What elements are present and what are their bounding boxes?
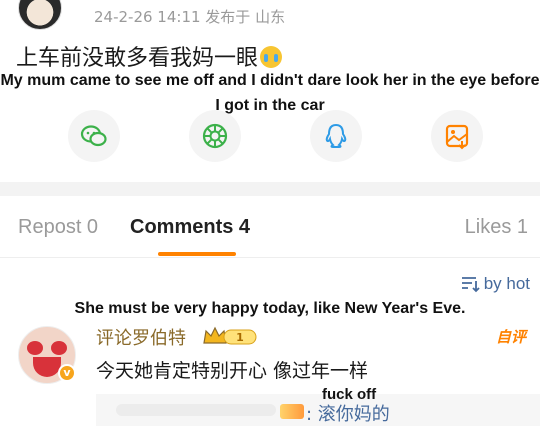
- post-meta: 24-2-26 14:11 发布于 山东: [94, 8, 286, 26]
- share-row: [0, 110, 540, 166]
- share-moments-button[interactable]: [189, 110, 241, 162]
- sort-by-hot-button[interactable]: by hot: [460, 274, 530, 294]
- commenter-name[interactable]: 评论罗伯特: [96, 324, 186, 350]
- save-image-icon: [445, 124, 469, 150]
- tab-comments[interactable]: Comments 4: [130, 216, 250, 239]
- tab-repost[interactable]: Repost 0: [18, 216, 98, 239]
- qq-icon: [325, 123, 347, 148]
- self-reply-badge: 自评: [495, 328, 526, 346]
- comment-text: 今天她肯定特别开心 像过年一样: [96, 360, 369, 382]
- sub-reply-author-redacted: [116, 404, 276, 416]
- comment-tabs: Repost 0 Comments 4 Likes 1: [0, 196, 540, 258]
- moments-icon: [202, 123, 228, 149]
- crying-face-icon: [260, 46, 283, 68]
- sub-reply-member-badge: [280, 404, 304, 419]
- member-level-text: 1: [236, 331, 244, 344]
- share-qq-button[interactable]: [310, 110, 362, 162]
- post-author-avatar[interactable]: [18, 0, 62, 30]
- wechat-icon: [80, 125, 107, 147]
- share-wechat-button[interactable]: [68, 110, 120, 162]
- verified-badge-icon: v: [58, 364, 76, 382]
- caption-overlay-2: She must be very happy today, like New Y…: [74, 300, 466, 317]
- sort-label: by hot: [483, 274, 530, 293]
- active-tab-indicator: [158, 252, 236, 256]
- sub-reply-text: : 滚你妈的: [306, 404, 390, 425]
- sort-icon: [461, 277, 480, 293]
- tab-likes[interactable]: Likes 1: [465, 216, 528, 239]
- save-image-button[interactable]: [431, 110, 483, 162]
- section-divider: [0, 182, 540, 196]
- caption-overlay-3: fuck off: [322, 386, 377, 403]
- member-level-badge: 1: [203, 326, 257, 345]
